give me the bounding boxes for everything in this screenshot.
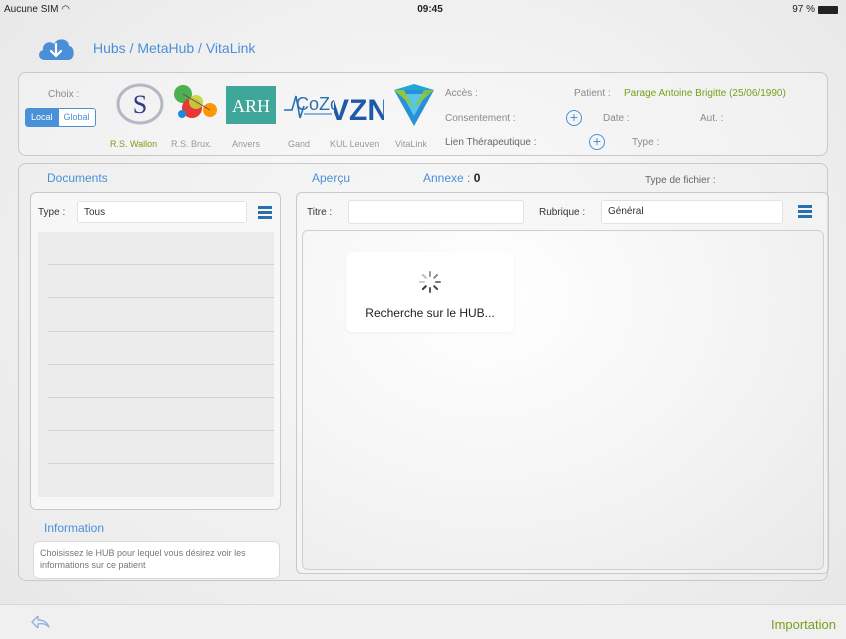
add-consent-icon[interactable]: +	[566, 110, 582, 126]
toggle-local[interactable]: Local	[26, 109, 58, 126]
list-divider	[48, 297, 274, 298]
carrier-label: Aucune SIM ◠	[4, 4, 70, 15]
lien-therapeutique-label: Lien Thérapeutique :	[445, 137, 537, 148]
aut-label: Aut. :	[700, 113, 724, 124]
arh-logo-text: ARH	[232, 96, 270, 116]
documents-title: Documents	[47, 171, 108, 185]
annexe-label-text: Annexe :	[423, 171, 471, 185]
local-global-toggle[interactable]: Local Global	[25, 108, 96, 127]
rs-wallon-logo[interactable]: S	[114, 82, 166, 126]
information-text: Choisissez le HUB pour lequel vous désir…	[33, 541, 280, 579]
svg-text:S: S	[133, 90, 147, 119]
cloud-download-icon[interactable]	[36, 34, 76, 62]
hub-label-leuven[interactable]: KUL Leuven	[330, 139, 379, 149]
rubrique-field[interactable]: Général	[601, 200, 783, 224]
cozo-gand-logo[interactable]: CoZo	[282, 84, 334, 126]
titre-label: Titre :	[307, 207, 333, 218]
list-divider	[48, 331, 274, 332]
vzn-kul-logo[interactable]: VZN	[334, 86, 384, 126]
list-divider	[48, 430, 274, 431]
spinner-icon	[419, 271, 441, 293]
vzn-logo-text: VZN	[334, 94, 384, 126]
back-arrow-icon[interactable]	[30, 614, 50, 630]
toggle-global[interactable]: Global	[57, 109, 95, 126]
clock: 09:45	[417, 4, 443, 15]
battery-percent: 97 %	[792, 4, 815, 15]
acces-label: Accès :	[445, 88, 478, 99]
wifi-icon: ◠	[61, 4, 70, 15]
rubrique-label: Rubrique :	[539, 207, 586, 218]
doc-type-menu-icon[interactable]	[257, 204, 273, 220]
list-divider	[48, 364, 274, 365]
choix-label: Choix :	[48, 89, 80, 100]
battery-indicator: 97 %	[792, 4, 838, 15]
doc-type-field[interactable]: Tous	[77, 201, 247, 223]
add-link-icon[interactable]: +	[589, 134, 605, 150]
importation-button[interactable]: Importation	[771, 617, 836, 632]
list-divider	[48, 264, 274, 265]
type-label: Type :	[632, 137, 660, 148]
battery-icon	[818, 5, 838, 14]
vitalink-logo[interactable]	[390, 82, 438, 128]
cozo-logo-text: CoZo	[296, 94, 334, 114]
hub-label-vitalink[interactable]: VitaLink	[395, 139, 427, 149]
titre-input[interactable]	[348, 200, 524, 224]
breadcrumb-title[interactable]: Hubs / MetaHub / VitaLink	[93, 40, 255, 56]
loading-overlay: Recherche sur le HUB...	[346, 252, 514, 332]
hub-label-anvers[interactable]: Anvers	[232, 139, 260, 149]
consentement-label: Consentement :	[445, 113, 516, 124]
arh-anvers-logo[interactable]: ARH	[226, 86, 276, 124]
apercu-title: Aperçu	[312, 171, 351, 185]
status-bar: Aucune SIM ◠ 09:45 97 %	[0, 0, 846, 20]
rubrique-menu-icon[interactable]	[797, 203, 813, 219]
loading-text: Recherche sur le HUB...	[365, 306, 495, 320]
patient-value: Parage Antoine Brigitte (25/06/1990)	[624, 88, 786, 99]
annexe-count: 0	[473, 171, 481, 185]
list-divider	[48, 463, 274, 464]
annexe-label: Annexe : 0	[423, 171, 480, 185]
hub-label-gand[interactable]: Gand	[288, 139, 310, 149]
patient-label: Patient :	[574, 88, 611, 99]
list-divider	[48, 397, 274, 398]
bottom-toolbar	[0, 604, 846, 639]
hub-label-wallon[interactable]: R.S. Wallon	[110, 139, 157, 149]
rs-brux-logo[interactable]	[170, 82, 222, 126]
date-label: Date :	[603, 113, 630, 124]
doc-type-label: Type :	[38, 207, 66, 218]
hub-label-brux[interactable]: R.S. Brux.	[171, 139, 212, 149]
information-title: Information	[44, 521, 105, 535]
file-type-label: Type de fichier :	[645, 175, 716, 186]
